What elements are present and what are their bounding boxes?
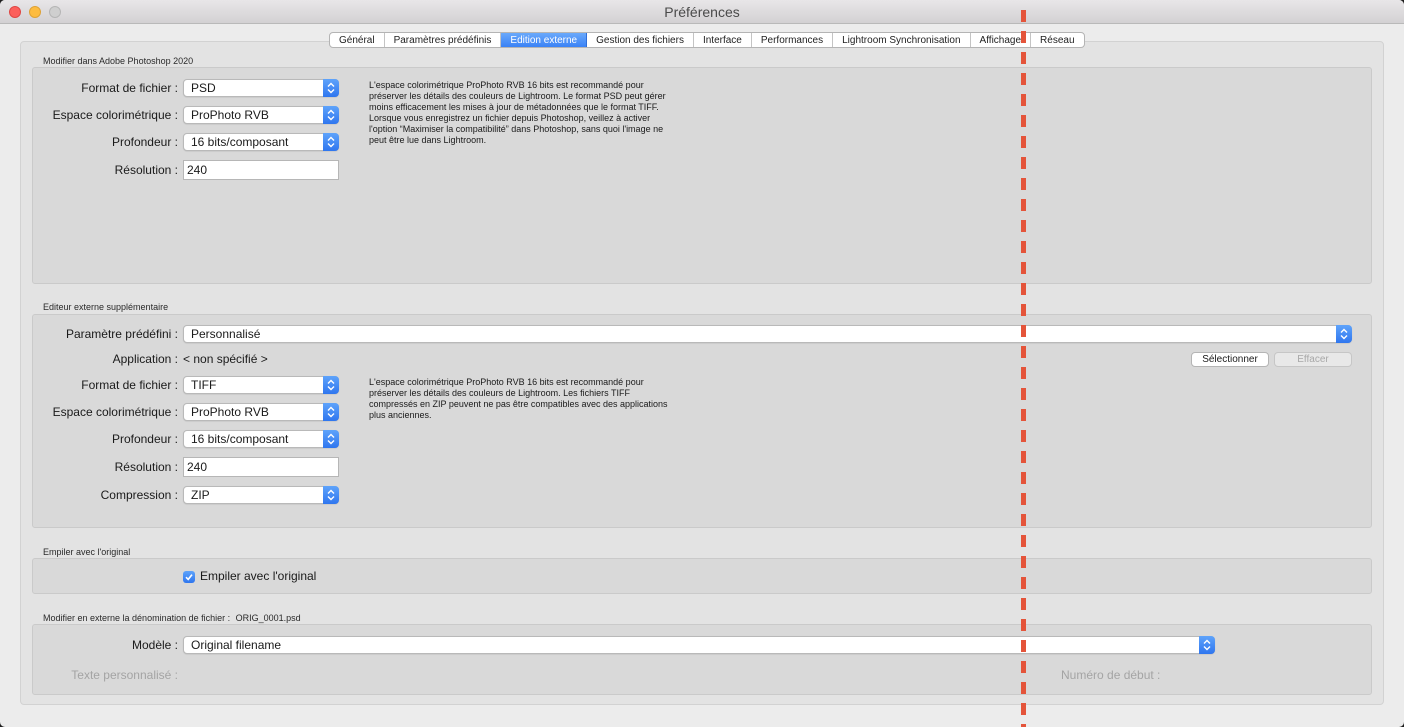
ext-depth-value: 16 bits/composant xyxy=(191,432,289,446)
stack-with-original-label[interactable]: Empiler avec l'original xyxy=(200,569,316,583)
ext-depth-label: Profondeur : xyxy=(111,432,178,446)
ext-compression-label: Compression : xyxy=(100,488,178,502)
ps-format-label: Format de fichier : xyxy=(81,81,178,95)
naming-template-select[interactable]: Original filename xyxy=(183,636,1215,654)
ext-colorspace-label: Espace colorimétrique : xyxy=(52,405,178,419)
tab-network[interactable]: Réseau xyxy=(1031,33,1083,47)
naming-template-value: Original filename xyxy=(191,638,282,652)
ps-depth-label: Profondeur : xyxy=(111,135,178,149)
ps-resolution-input[interactable]: 240 xyxy=(183,160,339,180)
popup-arrows-icon xyxy=(323,106,339,124)
photoshop-section-title: Modifier dans Adobe Photoshop 2020 xyxy=(43,56,194,66)
tab-presets[interactable]: Paramètres prédéfinis xyxy=(385,33,502,47)
tab-interface[interactable]: Interface xyxy=(694,33,752,47)
ext-app-value: < non spécifié > xyxy=(183,352,268,366)
ext-resolution-label: Résolution : xyxy=(114,460,178,474)
tab-performance[interactable]: Performances xyxy=(752,33,834,47)
select-application-button[interactable]: Sélectionner xyxy=(1191,352,1269,367)
ext-format-select[interactable]: TIFF xyxy=(183,376,339,394)
tab-external-editing[interactable]: Edition externe xyxy=(501,33,588,47)
ps-depth-select[interactable]: 16 bits/composant xyxy=(183,133,339,151)
ext-preset-label: Paramètre prédéfini : xyxy=(65,327,178,341)
ext-app-label: Application : xyxy=(112,352,178,366)
popup-arrows-icon xyxy=(323,486,339,504)
popup-arrows-icon xyxy=(323,376,339,394)
ext-colorspace-hint: L'espace colorimétrique ProPhoto RVB 16 … xyxy=(369,377,668,420)
ext-depth-select[interactable]: 16 bits/composant xyxy=(183,430,339,448)
clear-application-button[interactable]: Effacer xyxy=(1274,352,1352,367)
ext-compression-value: ZIP xyxy=(191,488,210,502)
stack-section-title: Empiler avec l'original xyxy=(43,547,131,557)
dashed-guide-line xyxy=(1021,10,1026,727)
ext-colorspace-value: ProPhoto RVB xyxy=(191,405,269,419)
ps-resolution-label: Résolution : xyxy=(114,163,178,177)
popup-arrows-icon xyxy=(323,79,339,97)
popup-arrows-icon xyxy=(323,430,339,448)
popup-arrows-icon xyxy=(1199,636,1215,654)
ps-colorspace-value: ProPhoto RVB xyxy=(191,108,269,122)
ps-format-select[interactable]: PSD xyxy=(183,79,339,97)
ps-colorspace-select[interactable]: ProPhoto RVB xyxy=(183,106,339,124)
naming-example: ORIG_0001.psd xyxy=(235,613,301,623)
start-number-label: Numéro de début : xyxy=(1061,668,1161,682)
naming-title-text: Modifier en externe la dénomination de f… xyxy=(43,613,231,623)
preferences-window: Préférences Général Paramètres prédéfini… xyxy=(0,0,1404,727)
ext-preset-select[interactable]: Personnalisé xyxy=(183,325,1352,343)
naming-section-title: Modifier en externe la dénomination de f… xyxy=(43,613,301,623)
popup-arrows-icon xyxy=(1336,325,1352,343)
ext-colorspace-select[interactable]: ProPhoto RVB xyxy=(183,403,339,421)
tab-bar: Général Paramètres prédéfinis Edition ex… xyxy=(329,32,1085,48)
ps-format-value: PSD xyxy=(191,81,216,95)
ps-depth-value: 16 bits/composant xyxy=(191,135,289,149)
ps-colorspace-label: Espace colorimétrique : xyxy=(52,108,178,122)
ext-compression-select[interactable]: ZIP xyxy=(183,486,339,504)
ext-resolution-input[interactable]: 240 xyxy=(183,457,339,477)
ext-preset-value: Personnalisé xyxy=(191,327,261,341)
popup-arrows-icon xyxy=(323,403,339,421)
title-bar: Préférences xyxy=(0,0,1404,24)
ext-format-label: Format de fichier : xyxy=(81,378,178,392)
ps-colorspace-hint: L'espace colorimétrique ProPhoto RVB 16 … xyxy=(369,80,666,145)
custom-text-label: Texte personnalisé : xyxy=(71,668,178,682)
ext-format-value: TIFF xyxy=(191,378,217,392)
naming-template-label: Modèle : xyxy=(131,638,178,652)
popup-arrows-icon xyxy=(323,133,339,151)
external-section-title: Editeur externe supplémentaire xyxy=(43,302,169,312)
tab-lightroom-sync[interactable]: Lightroom Synchronisation xyxy=(833,33,971,47)
window-title: Préférences xyxy=(664,4,740,20)
tab-file-handling[interactable]: Gestion des fichiers xyxy=(587,33,694,47)
stack-with-original-checkbox[interactable] xyxy=(183,571,195,583)
checkmark-icon xyxy=(185,574,193,581)
naming-group xyxy=(32,624,1372,695)
tab-general[interactable]: Général xyxy=(330,33,385,47)
